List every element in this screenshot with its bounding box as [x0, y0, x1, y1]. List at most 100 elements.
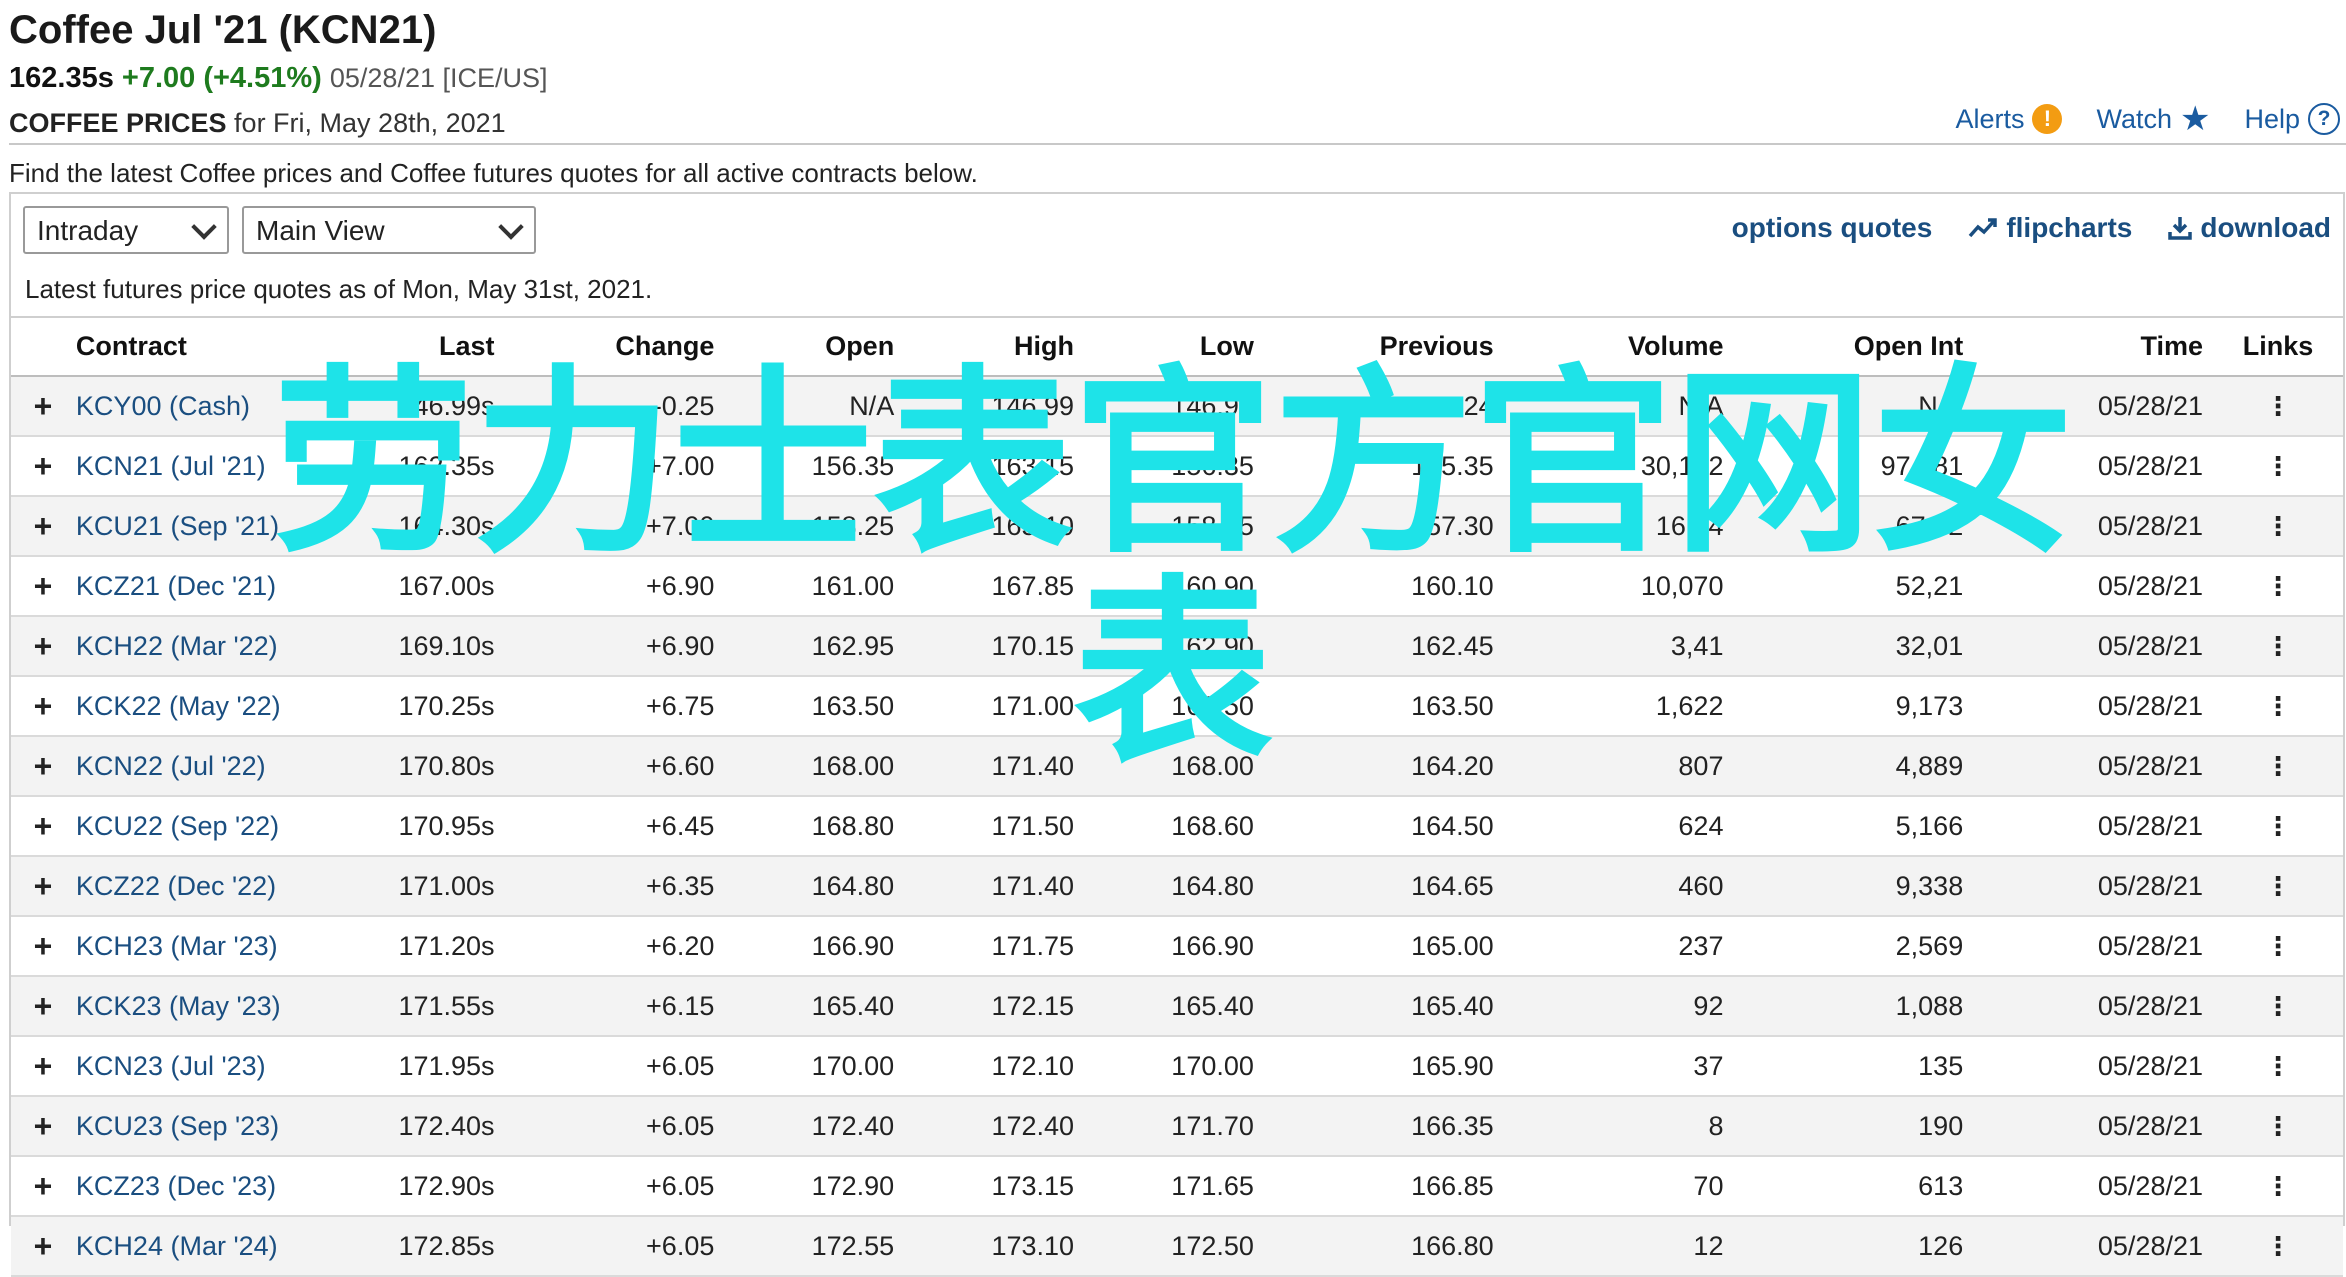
plus-icon[interactable]: + — [11, 736, 75, 797]
contract-link[interactable]: KCZ23 (Dec '23) — [76, 1171, 276, 1201]
plus-icon[interactable]: + — [11, 496, 75, 557]
contract-cell: KCU22 (Sep '22) — [74, 796, 305, 857]
col-header-low[interactable]: Low — [1084, 316, 1264, 377]
contract-link[interactable]: KCH23 (Mar '23) — [76, 931, 278, 961]
previous-cell: 163.50 — [1263, 676, 1504, 737]
contract-link[interactable]: KCY00 (Cash) — [76, 391, 250, 421]
help-icon: ? — [2308, 103, 2340, 135]
header-divider — [9, 143, 2346, 145]
kebab-icon[interactable]: ⋮ — [2213, 676, 2343, 737]
contract-link[interactable]: KCN21 (Jul '21) — [76, 451, 266, 481]
col-header-change[interactable]: Change — [504, 316, 725, 377]
contract-link[interactable]: KCU23 (Sep '23) — [76, 1111, 279, 1141]
plus-icon[interactable]: + — [11, 616, 75, 677]
table-row: + KCU21 (Sep '21) 164.30s +7.00 158.25 165.10… — [11, 496, 2343, 557]
contract-cell: KCH22 (Mar '22) — [74, 616, 305, 677]
contract-cell: KCZ22 (Dec '22) — [74, 856, 305, 917]
plus-icon[interactable]: + — [11, 796, 75, 857]
kebab-icon[interactable]: ⋮ — [2213, 796, 2343, 857]
high-cell: 172.15 — [904, 976, 1085, 1037]
high-cell: 167.85 — [904, 556, 1085, 617]
watch-link[interactable]: Watch ★ — [2096, 102, 2210, 136]
low-cell: 165.40 — [1084, 976, 1264, 1037]
kebab-icon[interactable]: ⋮ — [2213, 1036, 2343, 1097]
contract-cell: KCU23 (Sep '23) — [74, 1096, 305, 1157]
contract-link[interactable]: KCH24 (Mar '24) — [76, 1231, 278, 1261]
plus-icon[interactable]: + — [11, 1036, 75, 1097]
contract-link[interactable]: KCU21 (Sep '21) — [76, 511, 279, 541]
options-quotes-link[interactable]: options quotes — [1732, 212, 1933, 244]
contract-cell: KCK23 (May '23) — [74, 976, 305, 1037]
volume-cell: 37 — [1503, 1036, 1734, 1097]
col-header-high[interactable]: High — [904, 316, 1085, 377]
view-select[interactable]: Main View — [242, 206, 536, 254]
table-row: + KCU23 (Sep '23) 172.40s +6.05 172.40 172.40… — [11, 1096, 2343, 1157]
volume-cell: N/A — [1503, 376, 1734, 437]
table-row: + KCK23 (May '23) 171.55s +6.15 165.40 172.15… — [11, 976, 2343, 1037]
plus-icon[interactable]: + — [11, 1156, 75, 1217]
low-cell: 166.90 — [1084, 916, 1264, 977]
kebab-icon[interactable]: ⋮ — [2213, 496, 2343, 557]
previous-cell: 162.45 — [1263, 616, 1504, 677]
flipcharts-link[interactable]: flipcharts — [1968, 212, 2132, 244]
contract-link[interactable]: KCN22 (Jul '22) — [76, 751, 266, 781]
col-header-volume[interactable]: Volume — [1503, 316, 1734, 377]
kebab-icon[interactable]: ⋮ — [2213, 1216, 2343, 1277]
kebab-icon[interactable]: ⋮ — [2213, 856, 2343, 917]
contract-link[interactable]: KCN23 (Jul '23) — [76, 1051, 266, 1081]
change-cell: +6.75 — [504, 676, 725, 737]
kebab-icon[interactable]: ⋮ — [2213, 976, 2343, 1037]
plus-icon[interactable]: + — [11, 1096, 75, 1157]
previous-cell: 147.24 — [1263, 376, 1504, 437]
col-header-previous[interactable]: Previous — [1263, 316, 1504, 377]
open-int-cell: 97,881 — [1733, 436, 1974, 497]
plus-icon[interactable]: + — [11, 1216, 75, 1277]
last-cell: 171.20s — [304, 916, 505, 977]
col-header-last[interactable]: Last — [304, 316, 505, 377]
kebab-icon[interactable]: ⋮ — [2213, 556, 2343, 617]
contract-link[interactable]: KCU22 (Sep '22) — [76, 811, 279, 841]
contract-link[interactable]: KCH22 (Mar '22) — [76, 631, 278, 661]
kebab-icon[interactable]: ⋮ — [2213, 376, 2343, 437]
plus-icon[interactable]: + — [11, 676, 75, 737]
quote-meta: 05/28/21 [ICE/US] — [329, 63, 548, 93]
table-row: + KCN22 (Jul '22) 170.80s +6.60 168.00 171.40… — [11, 736, 2343, 797]
contract-link[interactable]: KCZ22 (Dec '22) — [76, 871, 276, 901]
change-cell: +6.05 — [504, 1156, 725, 1217]
plus-icon[interactable]: + — [11, 556, 75, 617]
previous-cell: 165.90 — [1263, 1036, 1504, 1097]
previous-cell: 157.30 — [1263, 496, 1504, 557]
contract-link[interactable]: KCZ21 (Dec '21) — [76, 571, 276, 601]
kebab-icon[interactable]: ⋮ — [2213, 1156, 2343, 1217]
period-select[interactable]: Intraday — [23, 206, 229, 254]
plus-icon[interactable]: + — [11, 376, 75, 437]
col-header-open[interactable]: Open — [724, 316, 905, 377]
last-cell: 172.40s — [304, 1096, 505, 1157]
kebab-icon[interactable]: ⋮ — [2213, 616, 2343, 677]
contract-cell: KCH24 (Mar '24) — [74, 1216, 305, 1277]
plus-icon[interactable]: + — [11, 856, 75, 917]
last-cell: 171.55s — [304, 976, 505, 1037]
table-row: + KCZ21 (Dec '21) 167.00s +6.90 161.00 167.85… — [11, 556, 2343, 617]
kebab-icon[interactable]: ⋮ — [2213, 736, 2343, 797]
col-header-open-int[interactable]: Open Int — [1733, 316, 1974, 377]
high-cell: 171.40 — [904, 736, 1085, 797]
download-link[interactable]: download — [2168, 212, 2331, 244]
help-link[interactable]: Help ? — [2244, 103, 2340, 135]
col-header-contract[interactable]: Contract — [74, 316, 305, 377]
contract-link[interactable]: KCK22 (May '22) — [76, 691, 281, 721]
plus-icon[interactable]: + — [11, 976, 75, 1037]
contract-link[interactable]: KCK23 (May '23) — [76, 991, 281, 1021]
col-header-time[interactable]: Time — [1973, 316, 2213, 377]
open-int-cell: 2,569 — [1733, 916, 1974, 977]
kebab-icon[interactable]: ⋮ — [2213, 916, 2343, 977]
plus-icon[interactable]: + — [11, 436, 75, 497]
plus-icon[interactable]: + — [11, 916, 75, 977]
previous-cell: 165.00 — [1263, 916, 1504, 977]
kebab-icon[interactable]: ⋮ — [2213, 1096, 2343, 1157]
intro-text: Find the latest Coffee prices and Coffee… — [9, 158, 978, 188]
kebab-icon[interactable]: ⋮ — [2213, 436, 2343, 497]
time-cell: 05/28/21 — [1973, 916, 2213, 977]
alerts-link[interactable]: Alerts ! — [1955, 104, 2063, 135]
table-row: + KCY00 (Cash) 146.99s -0.25 N/A 146.99 146.99… — [11, 376, 2343, 437]
